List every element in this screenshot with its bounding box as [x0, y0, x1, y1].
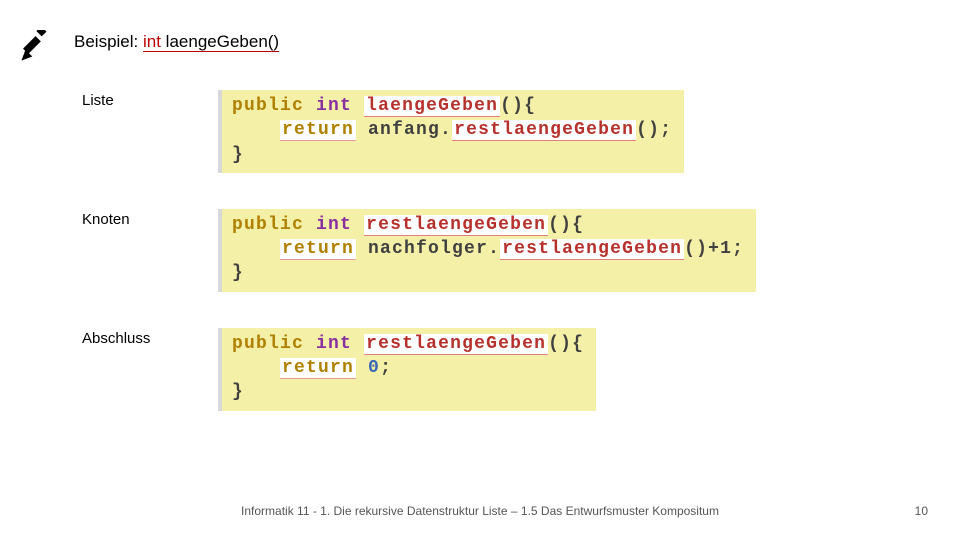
- page-number: 10: [915, 504, 928, 518]
- row-knoten: Knoten public int restlaengeGeben(){ ret…: [82, 209, 900, 292]
- content-area: Liste public int laengeGeben(){ return a…: [82, 90, 900, 411]
- title-keyword: int: [143, 32, 161, 51]
- slide-title: Beispiel: int laengeGeben(): [74, 30, 279, 52]
- slide: Beispiel: int laengeGeben() Liste public…: [0, 0, 960, 540]
- row-abschluss: Abschluss public int restlaengeGeben(){ …: [82, 328, 900, 411]
- title-prefix: Beispiel:: [74, 32, 143, 51]
- header-row: Beispiel: int laengeGeben(): [18, 30, 900, 64]
- code-knoten: public int restlaengeGeben(){ return nac…: [218, 209, 756, 292]
- label-knoten: Knoten: [82, 209, 218, 228]
- footer-text: Informatik 11 - 1. Die rekursive Datenst…: [0, 504, 960, 518]
- label-abschluss: Abschluss: [82, 328, 218, 347]
- row-liste: Liste public int laengeGeben(){ return a…: [82, 90, 900, 173]
- label-liste: Liste: [82, 90, 218, 109]
- code-wrap-liste: public int laengeGeben(){ return anfang.…: [218, 90, 684, 173]
- code-abschluss: public int restlaengeGeben(){ return 0; …: [218, 328, 596, 411]
- title-method: laengeGeben(): [161, 32, 279, 51]
- pencil-icon: [18, 30, 52, 64]
- code-wrap-abschluss: public int restlaengeGeben(){ return 0; …: [218, 328, 596, 411]
- code-liste: public int laengeGeben(){ return anfang.…: [218, 90, 684, 173]
- code-wrap-knoten: public int restlaengeGeben(){ return nac…: [218, 209, 756, 292]
